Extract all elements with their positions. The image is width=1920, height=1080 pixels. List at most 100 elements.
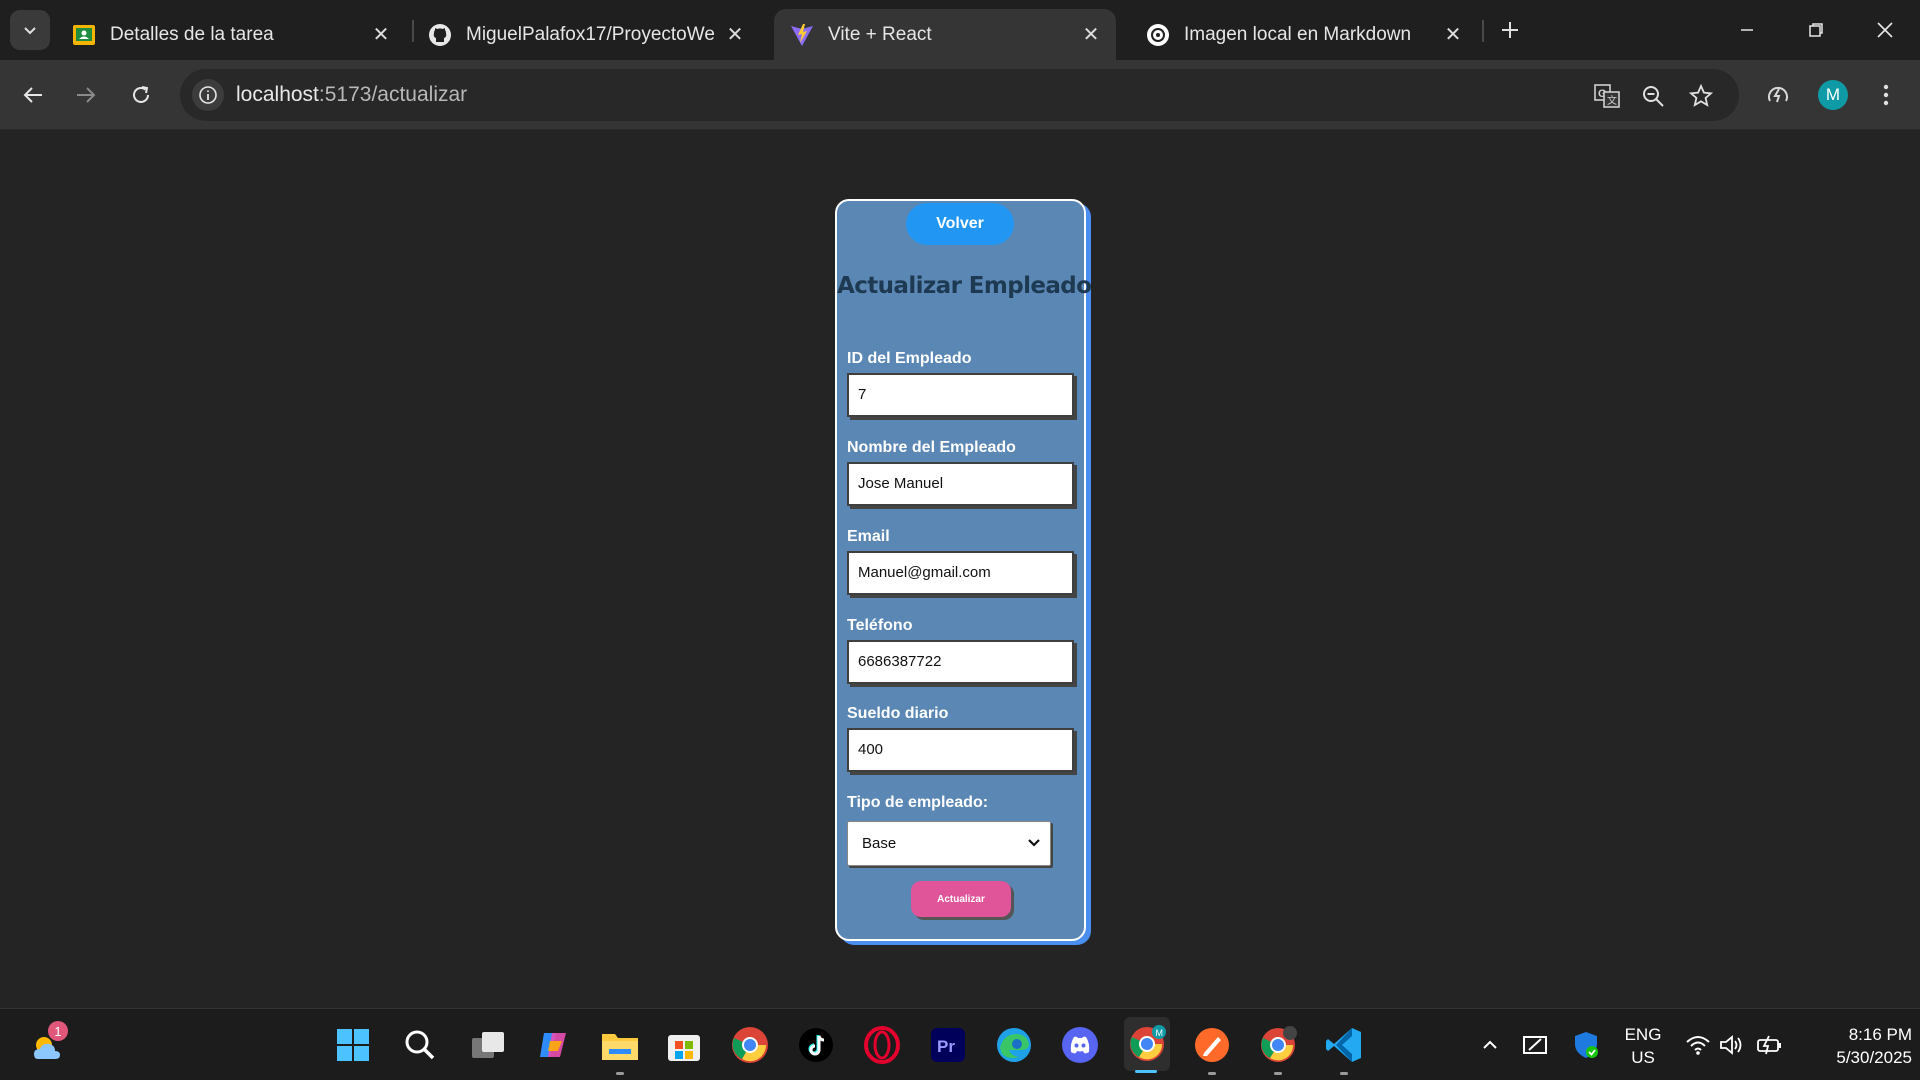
tray-pen-app[interactable] [1522, 1031, 1550, 1059]
taskbar-vectornator[interactable] [1190, 1023, 1234, 1075]
info-icon [199, 86, 217, 104]
forward-button[interactable] [67, 76, 105, 114]
taskbar-edge[interactable] [992, 1023, 1036, 1067]
taskbar-search[interactable] [398, 1023, 442, 1067]
running-indicator [616, 1072, 624, 1075]
email-label: Email [847, 528, 890, 545]
close-icon[interactable]: ✕ [368, 22, 394, 48]
taskbar-vscode[interactable] [1322, 1023, 1366, 1075]
reload-button[interactable] [122, 76, 160, 114]
employee-id-input[interactable]: 7 [847, 373, 1074, 417]
folder-icon [602, 1034, 638, 1060]
taskbar-tiktok[interactable] [794, 1023, 838, 1067]
taskbar-chrome-alt[interactable] [1256, 1023, 1300, 1075]
tab-divider [1482, 20, 1484, 42]
taskbar-discord[interactable] [1058, 1023, 1102, 1067]
tab-vite-react[interactable]: Vite + React ✕ [774, 9, 1116, 60]
zoom-out-icon [1643, 86, 1664, 107]
classroom-icon [72, 23, 96, 47]
phone-label: Teléfono [847, 617, 913, 634]
search-icon [405, 1030, 435, 1060]
back-button[interactable]: Volver [906, 203, 1014, 245]
url-path: :5173/actualizar [318, 83, 468, 106]
back-button[interactable] [14, 76, 52, 114]
bookmark-button[interactable] [1686, 81, 1716, 111]
taskbar-file-explorer[interactable] [598, 1023, 642, 1075]
employee-name-label: Nombre del Empleado [847, 439, 1016, 456]
taskbar-copilot[interactable] [532, 1023, 576, 1067]
svg-text:文: 文 [1607, 94, 1617, 107]
close-icon[interactable]: ✕ [1440, 22, 1466, 48]
translate-button[interactable]: G文 [1592, 81, 1622, 111]
chatgpt-icon [1146, 23, 1170, 47]
weather-widget[interactable]: 1 [26, 1021, 70, 1067]
tray-wifi[interactable] [1684, 1031, 1712, 1059]
menu-button[interactable] [1868, 77, 1904, 113]
page-viewport: Volver Actualizar Empleado ID del Emplea… [0, 131, 1920, 1008]
chrome-icon [1261, 1026, 1297, 1062]
taskbar-chrome-profile[interactable]: M [1124, 1017, 1170, 1073]
update-button[interactable]: Actualizar [911, 881, 1011, 917]
tab-search-button[interactable] [10, 10, 50, 50]
chevron-up-icon [1483, 1040, 1497, 1049]
taskbar-store[interactable] [662, 1023, 706, 1067]
profile-avatar[interactable]: M [1818, 80, 1848, 110]
star-icon [1689, 84, 1713, 107]
running-indicator [1274, 1072, 1282, 1075]
site-info-button[interactable] [192, 79, 224, 111]
speaker-icon [1720, 1035, 1742, 1055]
plus-icon [1502, 22, 1518, 38]
employee-name-input[interactable]: Jose Manuel [847, 462, 1074, 506]
new-tab-button[interactable] [1494, 14, 1526, 46]
tray-volume[interactable] [1718, 1031, 1746, 1059]
clock-date: 5/30/2025 [1836, 1048, 1912, 1067]
close-icon[interactable]: ✕ [1078, 22, 1104, 48]
address-bar[interactable]: localhost:5173/actualizar G文 [180, 69, 1739, 121]
minimize-icon [1741, 29, 1753, 31]
svg-text:Pr: Pr [937, 1037, 955, 1056]
windows-logo-icon [337, 1029, 369, 1061]
close-icon[interactable]: ✕ [722, 22, 748, 48]
daily-salary-input[interactable]: 400 [847, 728, 1074, 772]
show-hidden-icons-button[interactable] [1476, 1031, 1504, 1059]
windows-taskbar: 1 Pr M ENG US 8:16 PM 5/30/2025 [0, 1008, 1920, 1080]
tab-title: Detalles de la tarea [110, 23, 274, 45]
arrow-left-icon [23, 87, 42, 103]
keyboard-region: US [1631, 1048, 1655, 1067]
active-indicator [1135, 1070, 1157, 1073]
wifi-icon [1686, 1036, 1710, 1055]
pen-tablet-icon [1523, 1036, 1547, 1054]
taskbar-opera[interactable] [860, 1023, 904, 1067]
more-vertical-icon [1883, 84, 1889, 106]
language-code: ENG [1624, 1025, 1662, 1044]
tray-security[interactable] [1572, 1031, 1600, 1059]
language-indicator[interactable]: ENG US [1616, 1023, 1670, 1069]
employee-id-label: ID del Empleado [847, 350, 972, 367]
tab-strip: Detalles de la tarea ✕ MiguelPalafox17/P… [0, 0, 1920, 60]
tray-battery[interactable] [1756, 1031, 1784, 1059]
performance-button[interactable] [1760, 77, 1796, 113]
email-input[interactable]: Manuel@gmail.com [847, 551, 1074, 595]
tab-title: Vite + React [828, 23, 932, 45]
taskbar-start[interactable] [331, 1023, 375, 1067]
zoom-button[interactable] [1638, 81, 1668, 111]
employee-type-select[interactable]: Base [847, 821, 1051, 866]
clock[interactable]: 8:16 PM 5/30/2025 [1800, 1023, 1912, 1069]
taskbar-premiere[interactable]: Pr [926, 1023, 970, 1067]
reload-icon [133, 86, 149, 103]
close-window-button[interactable] [1862, 8, 1908, 52]
tiktok-icon [799, 1028, 833, 1062]
tab-detalles[interactable]: Detalles de la tarea ✕ [56, 9, 406, 60]
update-employee-form: Volver Actualizar Empleado ID del Emplea… [835, 199, 1092, 941]
tab-github[interactable]: MiguelPalafox17/ProyectoWeb ✕ [412, 9, 760, 60]
taskbar-task-view[interactable] [466, 1023, 510, 1067]
phone-input[interactable]: 6686387722 [847, 640, 1074, 684]
running-indicator [1208, 1072, 1216, 1075]
taskbar-chrome[interactable] [728, 1023, 772, 1067]
tab-markdown[interactable]: Imagen local en Markdown ✕ [1130, 9, 1478, 60]
discord-icon [1062, 1027, 1098, 1063]
translate-icon: G文 [1594, 84, 1620, 108]
notification-badge: 1 [48, 1021, 68, 1041]
minimize-button[interactable] [1724, 8, 1770, 52]
restore-button[interactable] [1793, 8, 1839, 52]
